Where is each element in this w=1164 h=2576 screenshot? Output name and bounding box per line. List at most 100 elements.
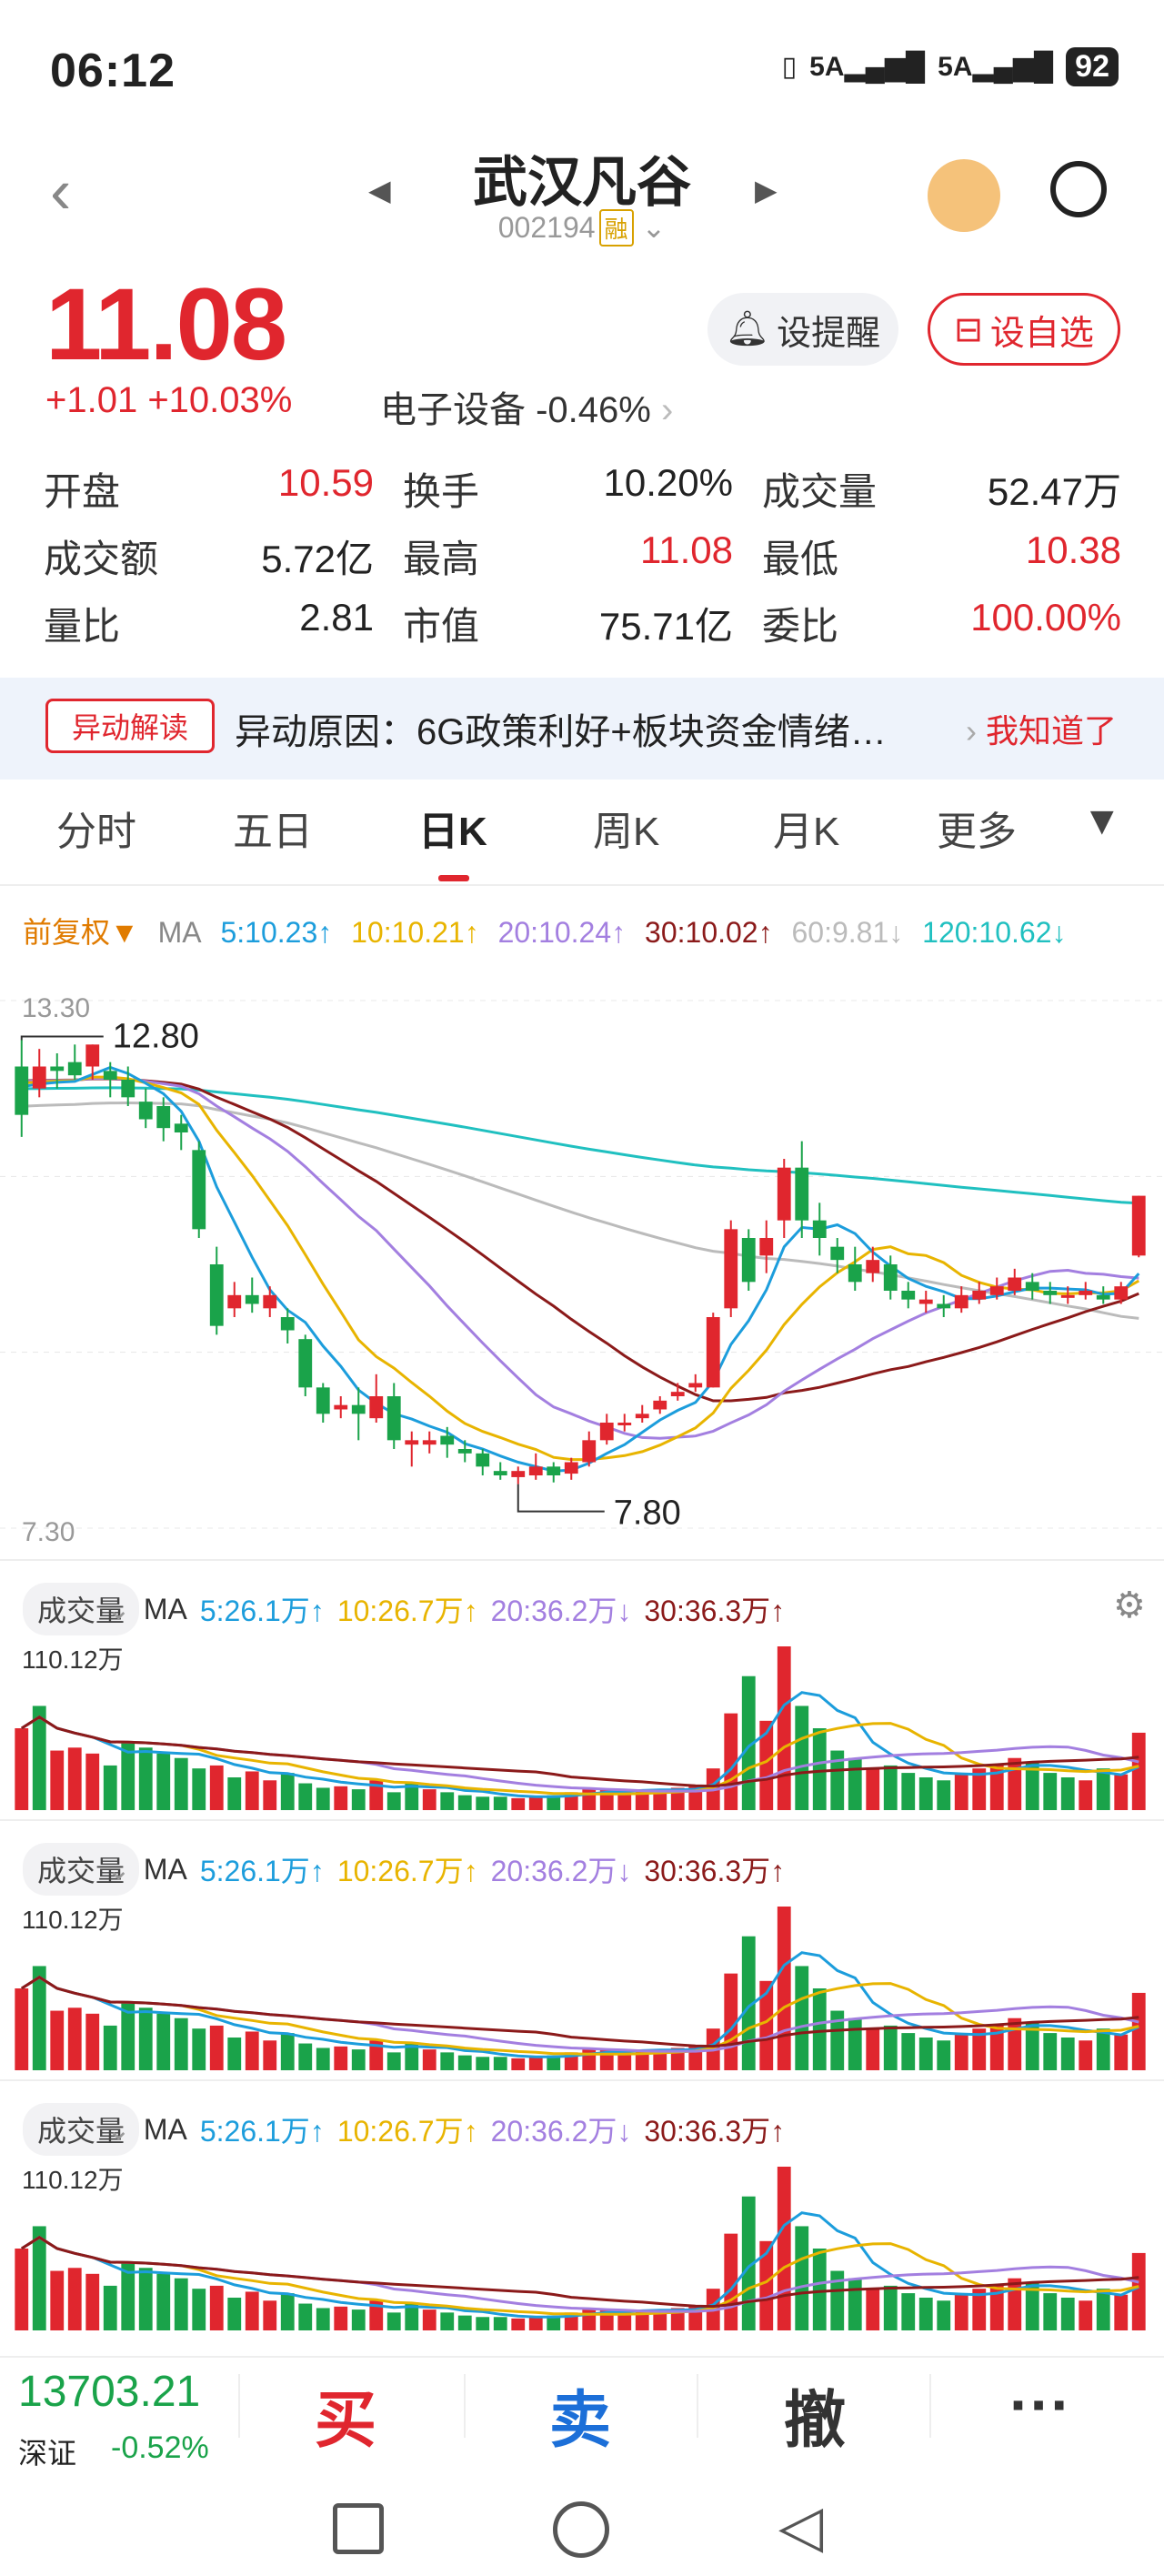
volume-bar xyxy=(103,2285,117,2330)
volume-bar xyxy=(777,1907,791,2070)
tab-5[interactable]: 更多 xyxy=(937,799,1017,857)
home-icon[interactable] xyxy=(553,2501,609,2558)
volume-chart[interactable]: 110.12万 xyxy=(0,1637,1164,1816)
volume-max-label: 110.12万 xyxy=(22,1645,124,1674)
volume-bar xyxy=(1060,2298,1075,2330)
index-value[interactable]: 13703.21 xyxy=(18,2367,200,2417)
dismiss-reason-button[interactable]: › 我知道了 xyxy=(966,705,1117,752)
volume-bar xyxy=(67,2007,82,2070)
volume-bar xyxy=(174,2018,188,2070)
volume-ma-ma: MA xyxy=(143,2112,187,2146)
volume-chart[interactable]: 110.12万 xyxy=(0,1897,1164,2076)
favorite-icon: ⊟ xyxy=(954,310,983,349)
mascot-icon[interactable] xyxy=(928,159,1000,232)
tab-4[interactable]: 月K xyxy=(773,799,839,857)
volume-bar xyxy=(1131,2252,1146,2330)
volume-bar xyxy=(351,1789,366,1810)
volume-bar xyxy=(582,1787,597,1810)
candle-body xyxy=(67,1062,82,1076)
volume-bar xyxy=(777,1646,791,1810)
volume-bar xyxy=(901,1773,916,1810)
volume-bar xyxy=(156,2013,171,2070)
stat-cell: 开盘 10.59 xyxy=(44,461,403,517)
volume-bar xyxy=(848,1757,862,1810)
stat-label: 量比 xyxy=(44,604,121,648)
volume-bar xyxy=(777,2167,791,2330)
volume-bar xyxy=(192,2028,206,2070)
ma20-line xyxy=(21,1077,1139,1440)
volume-bar xyxy=(457,1795,472,1810)
candle-body xyxy=(918,1299,933,1304)
tab-0[interactable]: 分时 xyxy=(56,799,136,857)
sector-change[interactable]: 电子设备 -0.46% › xyxy=(380,380,673,433)
volume-bar xyxy=(528,2317,543,2330)
volume-bar xyxy=(316,2048,330,2070)
volume-ma-ma: MA xyxy=(143,1852,187,1886)
add-favorite-button[interactable]: ⊟ 设自选 xyxy=(928,293,1120,366)
candle-body xyxy=(599,1423,614,1441)
cancel-order-button[interactable]: 撤 xyxy=(784,2370,846,2460)
search-icon[interactable] xyxy=(1050,161,1107,217)
tabs-dropdown-icon[interactable]: ▼ xyxy=(1082,799,1122,844)
sell-button[interactable]: 卖 xyxy=(549,2370,611,2460)
stat-label: 开盘 xyxy=(44,469,121,513)
volume-bar xyxy=(918,1777,933,1810)
volume-max-label: 110.12万 xyxy=(22,2166,124,2194)
candle-body xyxy=(298,1339,313,1388)
volume-ma-ma30: 30:36.3万↑ xyxy=(644,2115,786,2148)
set-alert-button[interactable]: 🔔︎ 设提醒 xyxy=(707,293,898,366)
volume-bar xyxy=(298,1783,313,1810)
volume-bar xyxy=(848,2278,862,2330)
kline-chart[interactable]: 13.30 7.30 12.80 7.80 xyxy=(0,964,1164,1565)
stat-value: 100.00% xyxy=(970,595,1121,639)
candle-body xyxy=(795,1167,809,1221)
volume-bar xyxy=(812,1988,827,2070)
tab-2[interactable]: 日K xyxy=(418,799,487,857)
vol-ma5-line xyxy=(20,1691,1139,1798)
volume-bar xyxy=(85,1753,100,1810)
volume-ma-ma30: 30:36.3万↑ xyxy=(644,1595,786,1627)
volume-bar xyxy=(795,1966,809,2070)
volume-bar xyxy=(440,1792,455,1810)
volume-ma-legend: 成交量 ⌄ MA 5:26.1万↑ 10:26.7万↑ 20:36.2万↓ 30:36.3万… xyxy=(23,1843,785,1896)
candle-body xyxy=(121,1080,135,1098)
candle-body xyxy=(15,1066,29,1115)
kline-ymin-label: 7.30 xyxy=(22,1517,75,1547)
settings-icon[interactable]: ⚙ xyxy=(1113,1585,1146,1626)
recents-icon[interactable] xyxy=(333,2503,384,2554)
adjust-dropdown[interactable]: 前复权▼ xyxy=(23,916,139,949)
stat-value: 10.59 xyxy=(277,460,374,504)
buy-button[interactable]: 买 xyxy=(315,2370,376,2460)
candle-body xyxy=(954,1294,968,1309)
stat-value: 10.20% xyxy=(603,460,733,504)
active-tab-indicator xyxy=(438,875,469,881)
reason-tag[interactable]: 异动解读 xyxy=(45,699,215,753)
stat-cell: 换手 10.20% xyxy=(403,461,762,517)
volume-bar xyxy=(812,1728,827,1810)
stat-cell: 最低 10.38 xyxy=(762,528,1121,584)
volume-bar xyxy=(1008,1757,1022,1810)
reason-text[interactable]: 异动原因：6G政策利好+板块资金情绪… xyxy=(235,702,887,755)
volume-chart[interactable]: 110.12万 xyxy=(0,2158,1164,2336)
stat-value: 5.72亿 xyxy=(261,537,374,580)
volume-bar xyxy=(866,2028,880,2070)
volume-bar xyxy=(1079,2040,1093,2070)
more-button[interactable]: ··· xyxy=(1009,2370,1071,2440)
volume-bar xyxy=(50,2270,65,2330)
tab-1[interactable]: 五日 xyxy=(233,799,313,857)
signal-icon-1: 5A▂▄▆█ xyxy=(809,52,926,82)
tab-3[interactable]: 周K xyxy=(593,799,659,857)
candle-body xyxy=(1025,1282,1039,1291)
candle-body xyxy=(528,1466,543,1475)
candle-body xyxy=(316,1387,330,1414)
volume-bar xyxy=(334,2306,348,2330)
back-nav-icon[interactable]: ◁ xyxy=(778,2492,823,2561)
volume-bar xyxy=(316,1787,330,1810)
volume-bar xyxy=(334,1786,348,1810)
volume-bar xyxy=(156,1753,171,1810)
high-marker-line xyxy=(20,1035,104,1041)
volume-bar xyxy=(918,2298,933,2330)
status-time: 06:12 xyxy=(50,45,176,97)
volume-bar xyxy=(209,2025,224,2070)
candle-body xyxy=(263,1294,277,1309)
